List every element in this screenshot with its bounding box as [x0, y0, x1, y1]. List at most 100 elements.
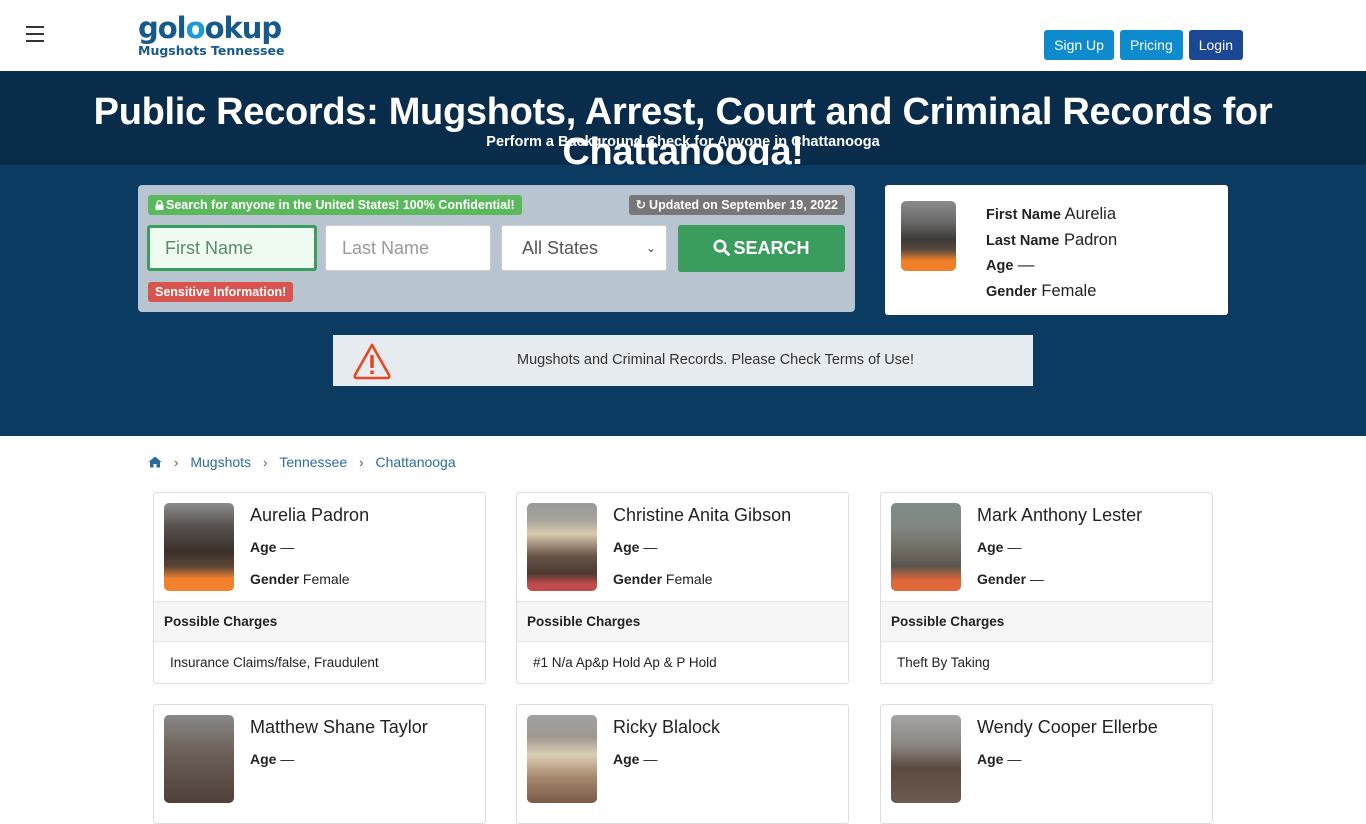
gender-value: Female [1041, 281, 1097, 300]
charges-value: #1 N/a Ap&p Hold Ap & P Hold [533, 655, 717, 670]
top-navbar: golookup Mugshots Tennessee Sign Up Pric… [0, 0, 1366, 71]
profile-gender: Gender Female [986, 279, 1117, 305]
record-name[interactable]: Matthew Shane Taylor [250, 717, 428, 738]
age-label: Age [250, 751, 277, 767]
age-label: Age [613, 539, 640, 555]
signup-button[interactable]: Sign Up [1044, 30, 1114, 60]
login-button[interactable]: Login [1188, 30, 1243, 60]
record-card[interactable]: Ricky Blalock Age — [516, 704, 849, 824]
gender-label: Gender [986, 283, 1037, 300]
record-gender: Gender Female [613, 571, 713, 587]
chevron-right-icon: › [174, 454, 179, 470]
notice-text: Mugshots and Criminal Records. Please Ch… [516, 352, 915, 368]
pricing-button[interactable]: Pricing [1119, 30, 1183, 60]
confidential-badge: Search for anyone in the United States! … [148, 195, 522, 215]
breadcrumb-tennessee[interactable]: Tennessee [279, 454, 347, 470]
record-card[interactable]: Christine Anita Gibson Age — Gender Fema… [516, 492, 849, 684]
mugshot-photo [527, 715, 597, 803]
charges-header: Possible Charges [154, 601, 485, 642]
gender-label: Gender [613, 571, 663, 587]
gender-value: Female [665, 571, 713, 587]
logo-text-suffix: okup [204, 11, 283, 45]
gender-label: Gender [977, 571, 1027, 587]
age-label: Age [986, 258, 1014, 274]
logo[interactable]: golookup Mugshots Tennessee [138, 12, 284, 58]
record-age: Age — [613, 539, 657, 555]
profile-last-name: Last Name Padron [986, 228, 1117, 254]
age-value: — [1018, 256, 1035, 274]
profile-first-name: First Name Aurelia [986, 202, 1117, 228]
age-label: Age [977, 539, 1004, 555]
chevron-right-icon: › [263, 454, 268, 470]
charges-header: Possible Charges [517, 601, 848, 642]
hero-banner: Public Records: Mugshots, Arrest, Court … [0, 71, 1366, 172]
updated-badge: ↻ Updated on September 19, 2022 [628, 195, 845, 215]
age-value: — [643, 751, 658, 767]
profile-details: First Name Aurelia Last Name Padron Age … [986, 202, 1117, 304]
state-select[interactable]: All States ⌄ [501, 225, 667, 271]
gender-value: — [1029, 571, 1044, 587]
chevron-right-icon: › [359, 454, 364, 470]
age-value: — [280, 751, 295, 767]
search-form: Search for anyone in the United States! … [138, 185, 855, 312]
hamburger-menu-icon[interactable] [26, 26, 44, 42]
charges-header: Possible Charges [881, 601, 1212, 642]
lock-icon [155, 200, 164, 210]
profile-photo [901, 201, 956, 271]
first-name-label: First Name [986, 207, 1061, 223]
logo-text-prefix: gol [138, 11, 187, 45]
record-name[interactable]: Wendy Cooper Ellerbe [977, 717, 1158, 738]
last-name-value: Padron [1063, 230, 1118, 249]
record-age: Age — [250, 539, 294, 555]
logo-wordmark: golookup [138, 12, 284, 44]
record-card[interactable]: Wendy Cooper Ellerbe Age — [880, 704, 1213, 824]
record-name[interactable]: Ricky Blalock [613, 717, 720, 738]
record-gender: Gender Female [250, 571, 350, 587]
last-name-input[interactable]: Last Name [325, 225, 491, 271]
mugshot-photo [527, 503, 597, 591]
breadcrumb: › Mugshots › Tennessee › Chattanooga [148, 454, 456, 470]
charges-value: Insurance Claims/false, Fraudulent [170, 655, 379, 670]
record-gender: Gender — [977, 571, 1044, 587]
logo-subtitle: Mugshots Tennessee [138, 43, 285, 58]
refresh-icon: ↻ [635, 198, 647, 212]
last-name-label: Last Name [986, 232, 1060, 249]
record-card[interactable]: Mark Anthony Lester Age — Gender — Possi… [880, 492, 1213, 684]
record-card[interactable]: Matthew Shane Taylor Age — [153, 704, 486, 824]
mugshot-photo [164, 715, 234, 803]
first-name-value: Aurelia [1064, 205, 1117, 223]
state-select-value: All States [522, 238, 599, 258]
featured-profile-card[interactable]: First Name Aurelia Last Name Padron Age … [885, 185, 1228, 315]
auth-buttons: Sign Up Pricing Login [1044, 30, 1243, 60]
record-age: Age — [977, 539, 1021, 555]
sensitive-info-badge: Sensitive Information! [148, 282, 294, 302]
updated-badge-text: Updated on September 19, 2022 [649, 198, 838, 212]
record-name[interactable]: Mark Anthony Lester [977, 505, 1142, 526]
confidential-badge-text: Search for anyone in the United States! … [166, 198, 515, 212]
profile-age: Age — [986, 253, 1117, 279]
search-button[interactable]: SEARCH [678, 225, 845, 272]
record-name[interactable]: Christine Anita Gibson [613, 505, 791, 526]
search-button-label: SEARCH [733, 238, 810, 258]
charges-value: Theft By Taking [897, 655, 990, 670]
home-icon[interactable] [148, 456, 162, 468]
page-subtitle: Perform a Background Check for Anyone in… [486, 134, 880, 150]
age-value: — [280, 539, 295, 555]
age-value: — [643, 539, 658, 555]
first-name-input[interactable]: First Name [147, 225, 317, 271]
breadcrumb-mugshots[interactable]: Mugshots [190, 454, 251, 470]
record-age: Age — [250, 751, 294, 767]
mugshot-photo [891, 503, 961, 591]
terms-notice: Mugshots and Criminal Records. Please Ch… [333, 335, 1033, 386]
record-name[interactable]: Aurelia Padron [250, 505, 369, 526]
record-age: Age — [977, 751, 1021, 767]
page-title: Public Records: Mugshots, Arrest, Court … [93, 91, 1273, 173]
age-label: Age [977, 751, 1004, 767]
search-section: Search for anyone in the United States! … [0, 165, 1366, 436]
age-label: Age [613, 751, 640, 767]
age-label: Age [250, 539, 277, 555]
mugshot-photo [891, 715, 961, 803]
age-value: — [1007, 539, 1022, 555]
record-card[interactable]: Aurelia Padron Age — Gender Female Possi… [153, 492, 486, 684]
breadcrumb-chattanooga[interactable]: Chattanooga [375, 454, 455, 470]
